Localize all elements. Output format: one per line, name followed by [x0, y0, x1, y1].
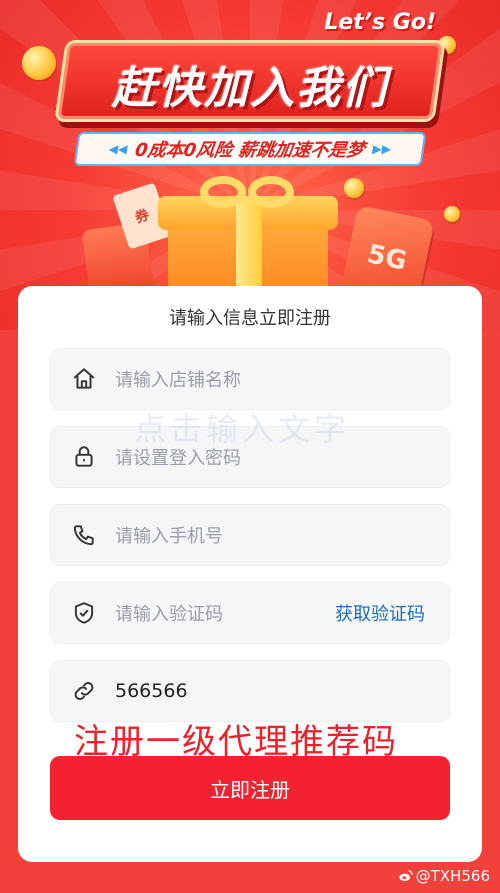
- phone-icon: [71, 522, 97, 548]
- referral-code-input[interactable]: 566566: [50, 660, 450, 722]
- verification-code-placeholder: 请输入验证码: [115, 604, 223, 625]
- slogan-text: 0成本0风险 薪跳加速不是梦: [133, 140, 366, 161]
- coupon-label: 券: [133, 207, 152, 227]
- phone-placeholder: 请输入手机号: [115, 526, 223, 547]
- banner-title: 赶快加入我们: [112, 63, 388, 114]
- home-icon: [71, 366, 97, 392]
- source-credit: @TXH566: [398, 867, 490, 885]
- hero-banner: Let’s Go! 赶快加入我们 ◀◀ 0成本0风险 薪跳加速不是梦 ▶▶ 券 …: [0, 0, 500, 330]
- store-name-input[interactable]: 请输入店铺名称: [50, 348, 450, 410]
- click-to-enter-text-overlay[interactable]: 点击输入文字: [134, 404, 350, 450]
- lets-go-tagline: Let’s Go!: [324, 10, 436, 35]
- form-heading: 请输入信息立即注册: [169, 308, 331, 329]
- phone-input[interactable]: 请输入手机号: [50, 504, 450, 566]
- register-card: 请输入信息立即注册 请输入店铺名称 请设置登入密码 请输入手机号 请输入验证码 …: [18, 286, 482, 862]
- gift-bow: [200, 176, 296, 210]
- lock-icon: [71, 444, 97, 470]
- credit-handle: @TXH566: [415, 867, 490, 885]
- left-arrows-icon: ◀◀: [107, 142, 129, 156]
- sim-card-label: 5G: [364, 239, 410, 277]
- banner-slogan: ◀◀ 0成本0风险 薪跳加速不是梦 ▶▶: [73, 132, 427, 166]
- register-button[interactable]: 立即注册: [50, 756, 450, 820]
- coin-decoration: [444, 206, 460, 222]
- get-code-button[interactable]: 获取验证码: [335, 600, 425, 626]
- referral-code-value: 566566: [115, 680, 188, 702]
- shield-check-icon: [71, 600, 97, 626]
- right-arrows-icon: ▶▶: [371, 142, 393, 156]
- link-icon: [71, 678, 97, 704]
- weibo-icon: [398, 870, 413, 881]
- coin-decoration: [22, 46, 56, 80]
- coin-decoration: [344, 178, 364, 198]
- store-name-placeholder: 请输入店铺名称: [115, 370, 241, 391]
- verification-code-input[interactable]: 请输入验证码 获取验证码: [50, 582, 450, 644]
